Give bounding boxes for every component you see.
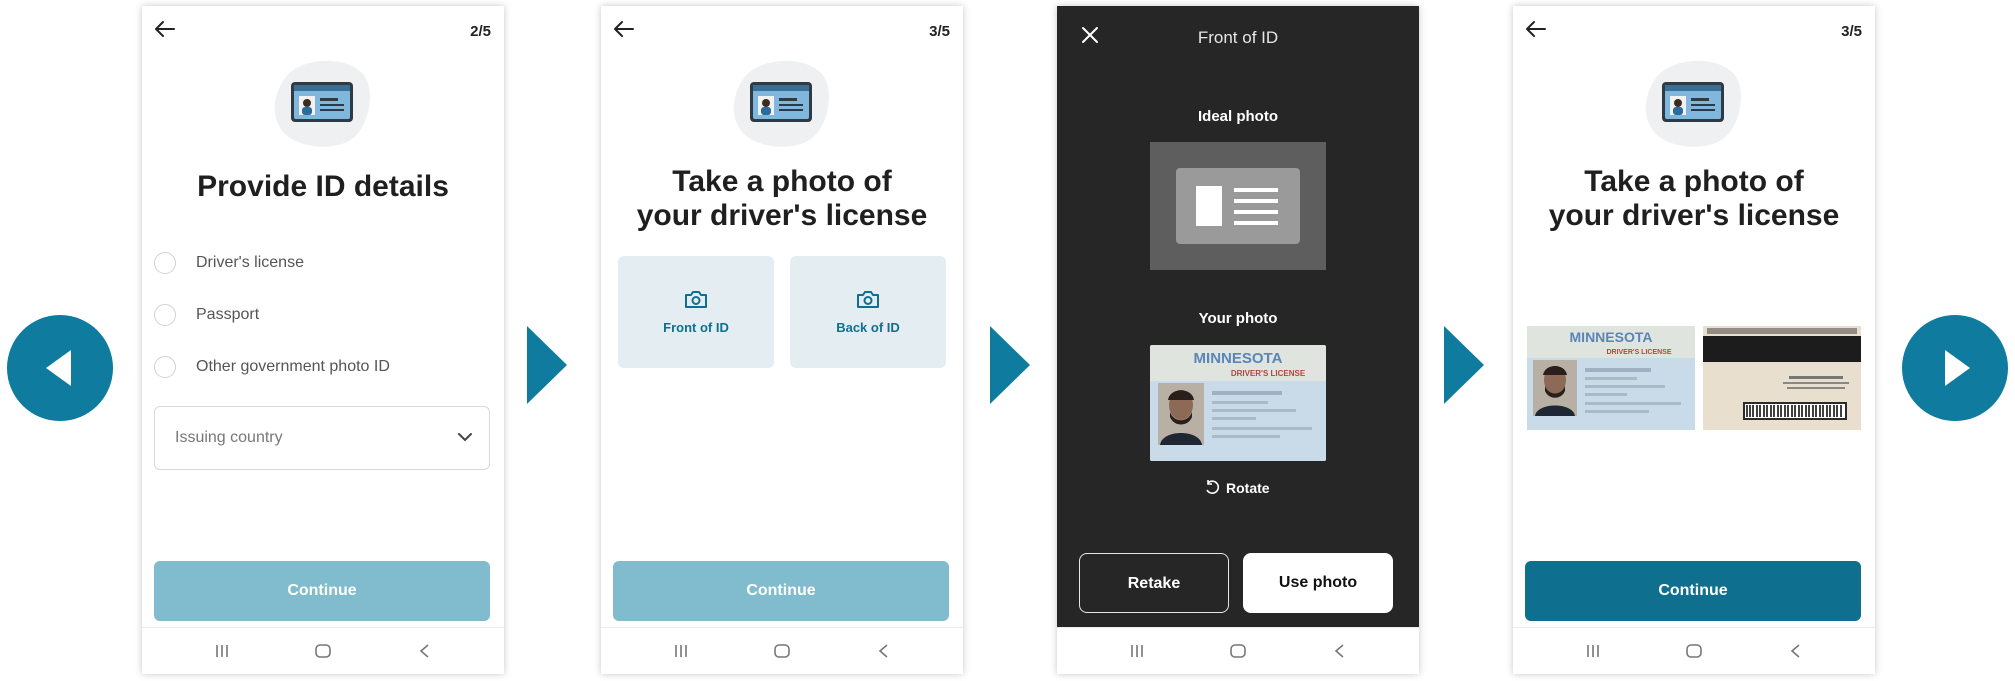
license-type-text: DRIVER'S LICENSE: [1606, 349, 1671, 356]
screen-photos-captured: 3/5 Take a photo of your driver's licens…: [1513, 6, 1875, 674]
back-arrow-icon[interactable]: [613, 20, 635, 38]
select-placeholder: Issuing country: [175, 429, 283, 446]
flow-arrow-icon: [527, 326, 567, 404]
id-card-icon: [1645, 60, 1741, 147]
front-of-id-tile[interactable]: Front of ID: [618, 256, 774, 368]
system-back-icon[interactable]: [1333, 643, 1345, 659]
rotate-button[interactable]: Rotate: [1204, 480, 1270, 496]
chevron-down-icon: [458, 433, 472, 442]
radio-button[interactable]: [154, 252, 176, 274]
system-back-icon[interactable]: [418, 643, 430, 659]
ideal-photo-label: Ideal photo: [1198, 108, 1278, 125]
front-of-id-label: Front of ID: [663, 320, 729, 335]
option-passport[interactable]: Passport: [154, 302, 259, 328]
recent-apps-icon[interactable]: [214, 643, 230, 659]
next-button[interactable]: [1902, 315, 2008, 421]
back-of-id-label: Back of ID: [836, 320, 900, 335]
license-state-text: MINNESOTA: [1570, 329, 1653, 345]
system-back-icon[interactable]: [877, 643, 889, 659]
option-label: Passport: [196, 306, 260, 323]
rotate-icon: [1206, 480, 1220, 494]
step-indicator: 2/5: [470, 23, 491, 40]
previous-button[interactable]: [7, 315, 113, 421]
continue-button[interactable]: Continue: [154, 561, 490, 621]
system-nav-bar: [601, 627, 963, 674]
home-icon[interactable]: [1685, 643, 1703, 659]
page-title-line-1: Take a photo of: [1584, 165, 1804, 198]
camera-icon: [857, 291, 879, 308]
page-title: Provide ID details: [197, 170, 449, 203]
issuing-country-select[interactable]: Issuing country: [154, 406, 490, 470]
home-icon[interactable]: [773, 643, 791, 659]
page-title-line-2: your driver's license: [1548, 199, 1840, 232]
screen-id-details: 2/5 Provide ID details Driver's license …: [142, 6, 504, 674]
back-of-id-tile[interactable]: Back of ID: [790, 256, 946, 368]
back-of-id-thumbnail[interactable]: [1703, 326, 1861, 430]
option-label: Driver's license: [196, 254, 304, 271]
continue-button[interactable]: Continue: [1525, 561, 1861, 621]
system-nav-bar: [1513, 627, 1875, 674]
home-icon[interactable]: [1229, 643, 1247, 659]
id-card-placeholder: [1176, 168, 1300, 244]
recent-apps-icon[interactable]: [1129, 643, 1145, 659]
recent-apps-icon[interactable]: [1585, 643, 1601, 659]
home-icon[interactable]: [314, 643, 332, 659]
captured-license-photo: MINNESOTA DRIVER'S LICENSE: [1150, 345, 1326, 461]
back-arrow-icon[interactable]: [1525, 20, 1547, 38]
step-indicator: 3/5: [1841, 23, 1862, 40]
page-title-line-1: Take a photo of: [672, 165, 892, 198]
step-indicator: 3/5: [929, 23, 950, 40]
flow-arrow-icon: [1444, 326, 1484, 404]
page-title-line-2: your driver's license: [636, 199, 928, 232]
option-other-government-id[interactable]: Other government photo ID: [154, 354, 390, 380]
back-arrow-icon[interactable]: [154, 20, 176, 38]
id-card-icon: [1196, 186, 1278, 226]
drivers-license-front-image: MINNESOTA DRIVER'S LICENSE: [1527, 326, 1695, 430]
drivers-license-image: MINNESOTA DRIVER'S LICENSE: [1150, 345, 1326, 461]
radio-button[interactable]: [154, 356, 176, 378]
system-nav-bar: [1057, 627, 1419, 674]
screen-title: Front of ID: [1197, 28, 1279, 47]
license-type-text: DRIVER'S LICENSE: [1231, 369, 1306, 378]
ideal-photo-example: [1150, 142, 1326, 270]
rotate-label: Rotate: [1226, 480, 1270, 496]
camera-icon: [685, 291, 707, 308]
previous-icon: [46, 350, 71, 386]
your-photo-label: Your photo: [1198, 310, 1278, 327]
system-back-icon[interactable]: [1789, 643, 1801, 659]
drivers-license-back-image: [1703, 326, 1861, 430]
flow-arrow-icon: [990, 326, 1030, 404]
front-of-id-thumbnail[interactable]: MINNESOTA DRIVER'S LICENSE: [1527, 326, 1695, 430]
license-state-text: MINNESOTA: [1194, 350, 1283, 367]
recent-apps-icon[interactable]: [673, 643, 689, 659]
retake-button[interactable]: Retake: [1079, 553, 1229, 613]
screen-front-of-id-review: Front of ID Ideal photo Your photo MINNE…: [1057, 6, 1419, 674]
option-drivers-license[interactable]: Driver's license: [154, 250, 304, 276]
use-photo-button[interactable]: Use photo: [1243, 553, 1393, 613]
screen-take-photo: 3/5 Take a photo of your driver's licens…: [601, 6, 963, 674]
option-label: Other government photo ID: [196, 358, 390, 375]
radio-button[interactable]: [154, 304, 176, 326]
id-card-icon: [733, 60, 829, 147]
next-icon: [1945, 350, 1970, 386]
id-card-icon: [274, 60, 370, 147]
system-nav-bar: [142, 627, 504, 674]
continue-button[interactable]: Continue: [613, 561, 949, 621]
